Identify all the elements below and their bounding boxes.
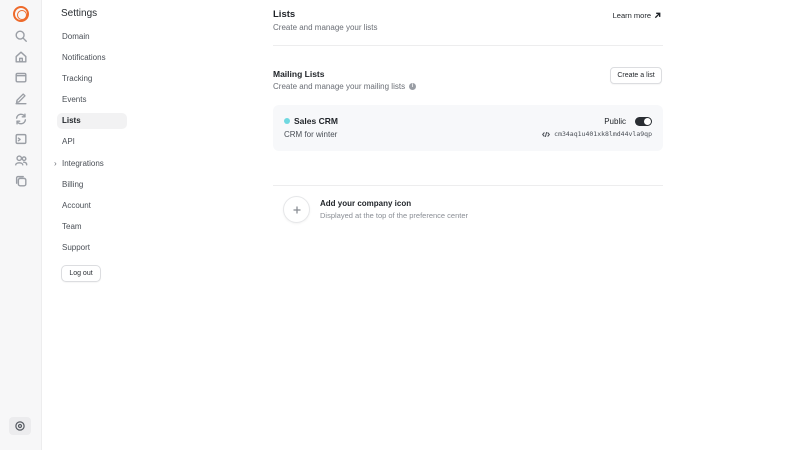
section-divider	[273, 185, 663, 186]
info-icon[interactable]: i	[409, 83, 417, 90]
list-color-dot	[284, 118, 290, 124]
sidebar-item-domain[interactable]: Domain	[57, 29, 127, 45]
mailing-lists-subtitle-row: Create and manage your mailing lists i	[273, 82, 417, 91]
sidebar-item-support[interactable]: Support	[57, 240, 127, 256]
sidebar-item-api[interactable]: API	[57, 134, 127, 150]
users-icon[interactable]	[12, 151, 30, 169]
main-content: Lists Create and manage your lists Learn…	[273, 0, 663, 450]
copy-icon[interactable]	[12, 172, 30, 190]
list-name: Sales CRM	[294, 116, 338, 126]
list-description: CRM for winter	[284, 130, 338, 139]
plus-icon	[293, 206, 300, 213]
sync-icon[interactable]	[12, 110, 30, 128]
external-arrow-icon	[654, 12, 661, 19]
company-icon-subtitle: Displayed at the top of the preference c…	[320, 211, 469, 220]
sidebar-item-account[interactable]: Account	[57, 198, 127, 214]
inbox-icon[interactable]	[12, 68, 30, 86]
logout-button[interactable]: Log out	[61, 265, 101, 282]
learn-more-label: Learn more	[612, 11, 651, 20]
sidebar-item-events[interactable]: Events	[57, 92, 127, 108]
list-id-row[interactable]: cm34aq1u401xk8lmd44vla9qp	[542, 130, 652, 138]
public-toggle[interactable]	[635, 117, 652, 126]
terminal-icon[interactable]	[12, 130, 30, 148]
sidebar-item-billing[interactable]: Billing	[57, 177, 127, 193]
search-icon[interactable]	[12, 27, 30, 45]
home-icon[interactable]	[12, 48, 30, 66]
section-divider	[273, 45, 663, 46]
sidebar-item-integrations[interactable]: Integrations	[57, 156, 127, 172]
sidebar-item-tracking[interactable]: Tracking	[57, 71, 127, 87]
settings-button[interactable]	[9, 417, 31, 435]
add-company-icon-button[interactable]	[283, 196, 310, 223]
page-title: Lists	[273, 9, 296, 20]
create-list-button[interactable]: Create a list	[610, 67, 662, 84]
sidebar-item-team[interactable]: Team	[57, 219, 127, 235]
sidebar-title: Settings	[61, 8, 98, 19]
brand-logo-icon[interactable]	[13, 6, 29, 22]
page-subtitle: Create and manage your lists	[273, 23, 378, 32]
settings-sidebar: Settings Domain Notifications Tracking E…	[42, 0, 192, 450]
sidebar-item-notifications[interactable]: Notifications	[57, 50, 127, 66]
code-icon	[542, 131, 551, 137]
settings-icon	[15, 421, 25, 431]
learn-more-link[interactable]: Learn more	[613, 11, 661, 20]
edit-icon[interactable]	[12, 89, 30, 107]
visibility-label: Public	[604, 117, 626, 126]
company-icon-title: Add your company icon	[320, 199, 412, 208]
list-id: cm34aq1u401xk8lmd44vla9qp	[554, 130, 652, 138]
mailing-lists-title: Mailing Lists	[273, 69, 325, 79]
list-item[interactable]: Sales CRM CRM for winter Public cm34aq1u…	[273, 105, 663, 151]
mailing-lists-subtitle: Create and manage your mailing lists	[273, 82, 406, 91]
icon-rail	[0, 0, 42, 450]
sidebar-item-lists[interactable]: Lists	[57, 113, 127, 129]
